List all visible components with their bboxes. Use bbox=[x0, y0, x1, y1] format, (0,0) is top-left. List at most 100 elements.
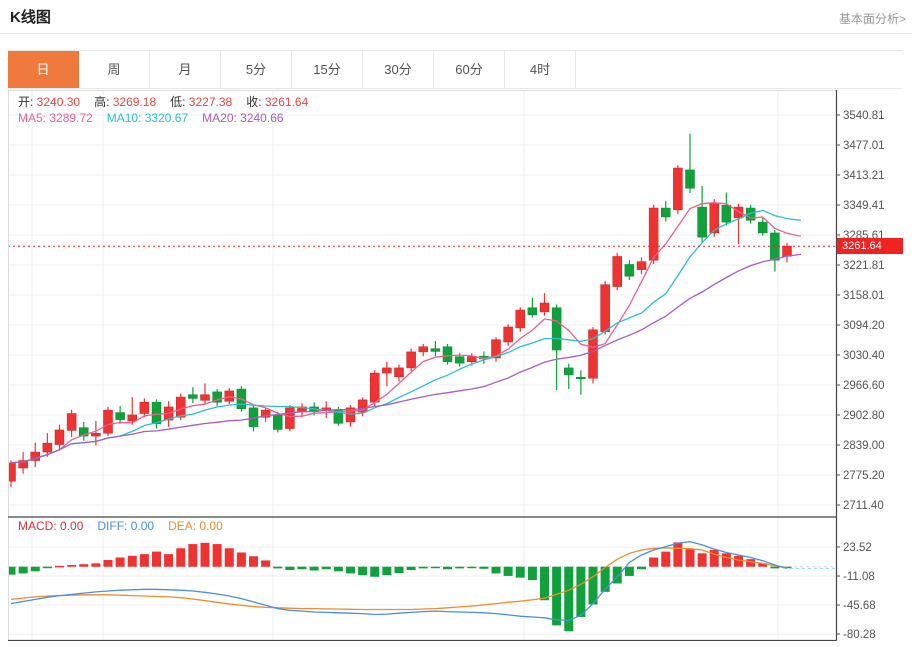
macd-bar bbox=[19, 567, 28, 574]
candle-body bbox=[613, 256, 622, 286]
period-tab-4[interactable]: 15分 bbox=[292, 51, 363, 88]
macd-bar bbox=[407, 567, 416, 570]
legend-item: MA20: 3240.66 bbox=[202, 111, 283, 125]
axis-label: -80.28 bbox=[843, 629, 876, 641]
candle-body bbox=[116, 413, 125, 420]
macd-bar bbox=[552, 567, 561, 626]
period-tab-6[interactable]: 60分 bbox=[434, 51, 505, 88]
macd-bar bbox=[128, 556, 137, 567]
macd-bar bbox=[395, 567, 404, 573]
candle-body bbox=[467, 357, 476, 362]
candle-body bbox=[140, 402, 149, 413]
macd-bar bbox=[722, 553, 731, 566]
macd-bar bbox=[8, 567, 16, 575]
macd-bar bbox=[273, 567, 282, 569]
candle-body bbox=[395, 368, 404, 377]
kline-page: K线图 基本面分析> 日周月5分15分30分60分4时 3540.813477.… bbox=[0, 0, 912, 647]
period-tab-3[interactable]: 5分 bbox=[221, 51, 292, 88]
candle-body bbox=[407, 352, 416, 368]
macd-bar bbox=[431, 567, 440, 569]
candle-body bbox=[540, 303, 549, 312]
kline-chart[interactable]: 3540.813477.013413.213349.413285.613221.… bbox=[8, 90, 903, 641]
period-tab-7[interactable]: 4时 bbox=[505, 51, 576, 88]
macd-legend: MACD: 0.00DIFF: 0.00DEA: 0.00 bbox=[18, 519, 237, 533]
macd-bar bbox=[176, 548, 185, 566]
ma5-line bbox=[11, 203, 801, 463]
period-tab-5[interactable]: 30分 bbox=[363, 51, 434, 88]
axis-label: 3413.21 bbox=[843, 170, 885, 182]
period-tab-0[interactable]: 日 bbox=[8, 51, 79, 88]
axis-label: -11.08 bbox=[843, 571, 875, 583]
macd-bar bbox=[261, 560, 270, 566]
candle-body bbox=[128, 415, 137, 421]
ma20-line bbox=[11, 254, 801, 463]
legend-item: 高: 3269.18 bbox=[94, 95, 156, 109]
candle-body bbox=[382, 368, 391, 373]
macd-bar bbox=[649, 557, 658, 566]
macd-bar bbox=[43, 567, 52, 569]
axis-label: -45.68 bbox=[843, 600, 876, 612]
axis-label: 3477.01 bbox=[843, 140, 885, 152]
macd-bar bbox=[346, 567, 355, 574]
legend-item: MA5: 3289.72 bbox=[18, 111, 93, 125]
macd-bar bbox=[589, 567, 598, 605]
legend-item: DIFF: 0.00 bbox=[97, 519, 154, 533]
period-tab-2[interactable]: 月 bbox=[150, 51, 221, 88]
legend-item: MACD: 0.00 bbox=[18, 519, 83, 533]
macd-bar bbox=[564, 567, 573, 632]
macd-bar bbox=[31, 567, 40, 572]
candle-body bbox=[55, 430, 64, 445]
macd-bar bbox=[625, 567, 634, 576]
candle-body bbox=[91, 433, 100, 436]
period-tab-1[interactable]: 周 bbox=[79, 51, 150, 88]
candle-body bbox=[455, 357, 464, 364]
macd-bar bbox=[637, 567, 646, 570]
macd-bar bbox=[67, 565, 76, 567]
macd-bar bbox=[358, 567, 367, 575]
macd-bar bbox=[528, 567, 537, 580]
diff-line bbox=[11, 542, 787, 621]
candle-body bbox=[783, 246, 792, 256]
macd-bar bbox=[140, 554, 149, 567]
macd-bar bbox=[298, 567, 307, 570]
fundamental-analysis-link[interactable]: 基本面分析> bbox=[839, 10, 906, 27]
candle-body bbox=[419, 347, 428, 352]
candle-body bbox=[370, 373, 379, 402]
axis-label: 3349.41 bbox=[843, 200, 885, 212]
dea-line bbox=[11, 548, 787, 610]
legend-item: 收: 3261.64 bbox=[246, 95, 308, 109]
macd-bar bbox=[443, 567, 452, 570]
axis-label: 2711.40 bbox=[843, 500, 884, 512]
macd-bar bbox=[467, 567, 476, 569]
macd-bar bbox=[370, 567, 379, 577]
candle-body bbox=[686, 170, 695, 188]
candle-body bbox=[673, 168, 682, 210]
candle-body bbox=[43, 443, 52, 452]
macd-bar bbox=[164, 554, 173, 567]
macd-bar bbox=[201, 543, 210, 567]
axis-label: 2839.00 bbox=[843, 440, 885, 452]
candle-body bbox=[443, 347, 452, 362]
macd-bar bbox=[79, 564, 88, 567]
tabstrip-filler bbox=[576, 51, 903, 88]
candle-body bbox=[552, 308, 561, 350]
macd-bar bbox=[382, 567, 391, 575]
candle-body bbox=[516, 310, 525, 328]
candle-body bbox=[201, 395, 210, 401]
macd-bar bbox=[419, 567, 428, 569]
page-title: K线图 bbox=[10, 6, 51, 27]
macd-bar bbox=[116, 557, 125, 566]
candle-body bbox=[188, 395, 197, 399]
candle-body bbox=[285, 408, 294, 429]
candle-body bbox=[576, 377, 585, 379]
macd-bar bbox=[734, 556, 743, 567]
macd-bar bbox=[504, 567, 513, 576]
axis-label: 2902.80 bbox=[843, 410, 885, 422]
macd-bar bbox=[249, 556, 258, 566]
candle-body bbox=[564, 368, 573, 375]
candle-body bbox=[637, 262, 646, 270]
macd-bar bbox=[152, 552, 161, 567]
candle-body bbox=[601, 285, 610, 332]
candle-body bbox=[273, 415, 282, 429]
candle-body bbox=[152, 402, 161, 424]
